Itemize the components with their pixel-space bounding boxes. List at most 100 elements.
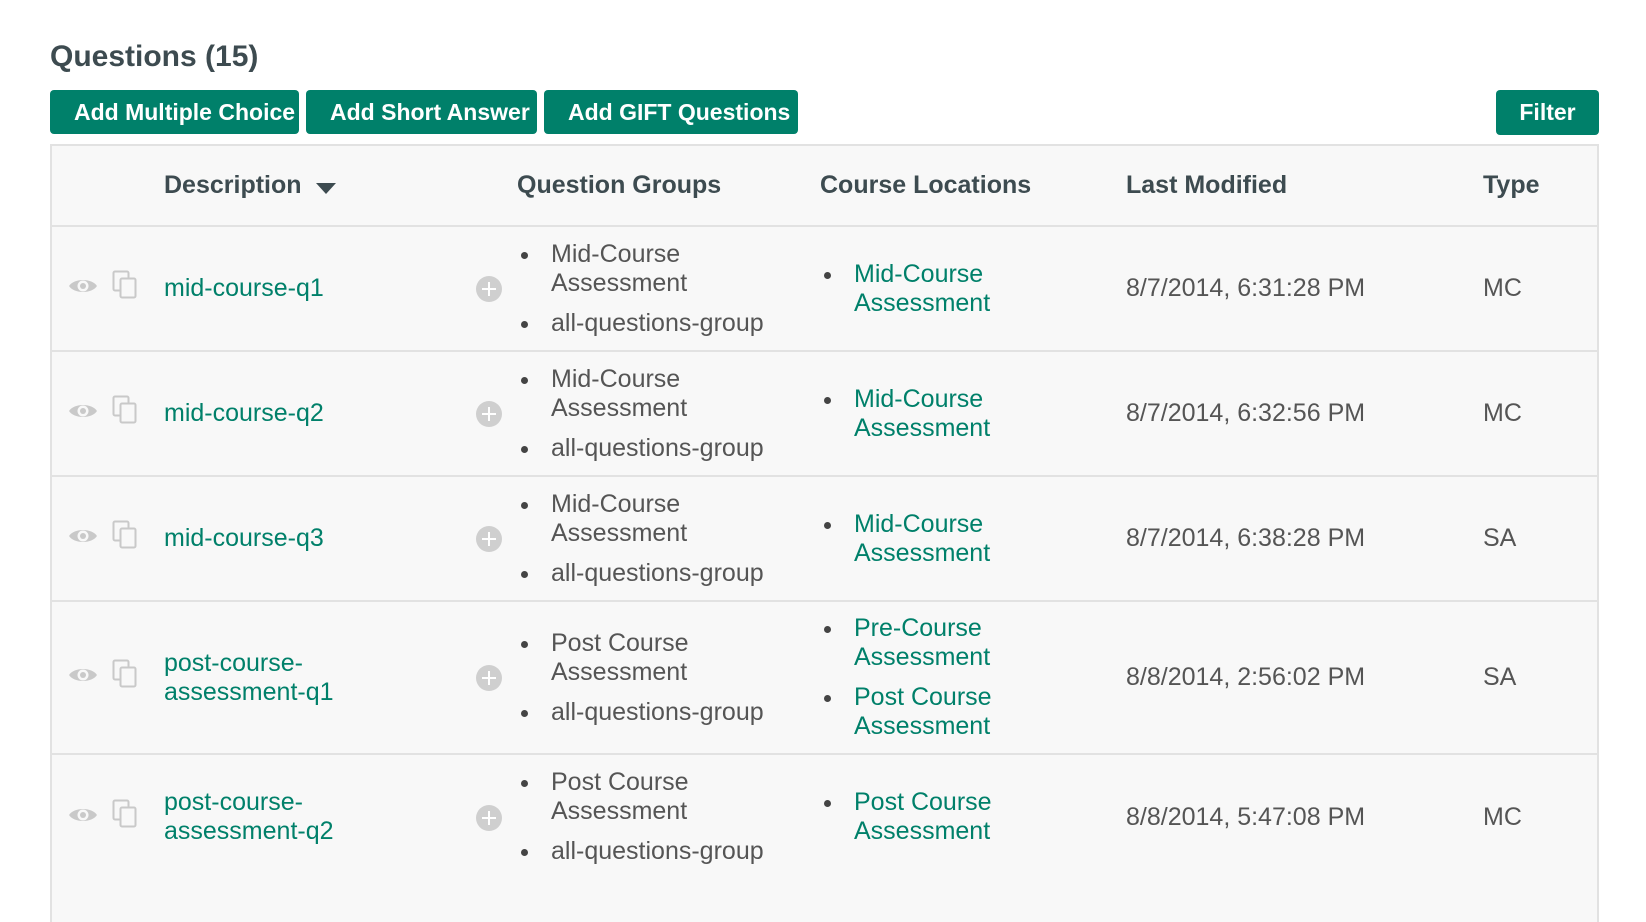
add-circle-icon[interactable] — [476, 401, 502, 428]
row-actions-cell — [52, 226, 164, 351]
question-group-label: all-questions-group — [551, 433, 764, 462]
eye-icon[interactable] — [68, 663, 98, 692]
question-group-item: Mid-Course Assessment — [521, 490, 820, 548]
add-to-group-cell — [467, 226, 517, 351]
header-question-groups: Question Groups — [517, 171, 722, 199]
add-gift-questions-button[interactable]: Add GIFT Questions — [544, 90, 798, 134]
question-groups-cell: Mid-Course Assessment all-questions-group — [517, 476, 820, 601]
course-locations-list: Mid-Course Assessment — [820, 260, 1126, 318]
table-body: mid-course-q1 Mid-Course Assessment all-qu… — [52, 226, 1597, 879]
question-group-label: Mid-Course Assessment — [551, 364, 688, 422]
add-circle-icon[interactable] — [476, 276, 502, 303]
course-location-link[interactable]: Pre-Course Assessment — [854, 614, 1014, 672]
question-groups-cell: Post Course Assessment all-questions-grou… — [517, 601, 820, 754]
type-cell: SA — [1483, 476, 1597, 601]
course-location-item: Mid-Course Assessment — [824, 510, 1126, 568]
course-locations-list: Mid-Course Assessment — [820, 385, 1126, 443]
question-group-item: all-questions-group — [521, 308, 820, 338]
add-to-group-cell — [467, 601, 517, 754]
question-groups-list: Mid-Course Assessment all-questions-group — [517, 365, 820, 463]
eye-icon[interactable] — [68, 399, 98, 428]
description-cell: mid-course-q2 — [164, 351, 467, 476]
header-course-locations: Course Locations — [820, 171, 1032, 199]
course-location-link[interactable]: Mid-Course Assessment — [854, 385, 1014, 443]
questions-table-container: Description Question Groups Course Locat… — [50, 144, 1599, 922]
type-cell: MC — [1483, 226, 1597, 351]
add-to-group-cell — [467, 351, 517, 476]
add-circle-icon[interactable] — [476, 665, 502, 692]
copy-icon[interactable] — [112, 520, 138, 557]
copy-icon[interactable] — [112, 659, 138, 696]
last-modified-cell: 8/7/2014, 6:38:28 PM — [1126, 476, 1483, 601]
question-group-label: all-questions-group — [551, 558, 764, 587]
last-modified-cell: 8/8/2014, 2:56:02 PM — [1126, 601, 1483, 754]
eye-icon[interactable] — [68, 524, 98, 553]
course-location-item: Post Course Assessment — [824, 683, 1126, 741]
table-row: mid-course-q1 Mid-Course Assessment all-qu… — [52, 226, 1597, 351]
question-type-value: MC — [1483, 274, 1522, 302]
course-location-item: Pre-Course Assessment — [824, 614, 1126, 672]
question-description-link[interactable]: post-course-assessment-q2 — [164, 788, 344, 846]
eye-icon[interactable] — [68, 803, 98, 832]
description-cell: mid-course-q3 — [164, 476, 467, 601]
add-short-answer-button[interactable]: Add Short Answer — [306, 90, 537, 134]
last-modified-value: 8/7/2014, 6:32:56 PM — [1126, 399, 1366, 427]
description-cell: post-course-assessment-q1 — [164, 601, 467, 754]
question-groups-cell: Mid-Course Assessment all-questions-group — [517, 351, 820, 476]
question-type-value: MC — [1483, 399, 1522, 427]
question-groups-list: Mid-Course Assessment all-questions-group — [517, 490, 820, 588]
course-locations-cell: Mid-Course Assessment — [820, 226, 1126, 351]
question-group-item: all-questions-group — [521, 558, 820, 588]
question-group-item: Mid-Course Assessment — [521, 240, 820, 298]
header-type: Type — [1483, 171, 1540, 199]
course-location-link[interactable]: Post Course Assessment — [854, 683, 1014, 741]
question-groups-list: Post Course Assessment all-questions-grou… — [517, 629, 820, 727]
header-last-modified: Last Modified — [1126, 171, 1288, 199]
table-row: post-course-assessment-q1 Post Course Ass… — [52, 601, 1597, 754]
copy-icon[interactable] — [112, 270, 138, 307]
question-groups-cell: Post Course Assessment all-questions-grou… — [517, 754, 820, 879]
course-location-item: Post Course Assessment — [824, 788, 1126, 846]
last-modified-value: 8/7/2014, 6:31:28 PM — [1126, 274, 1366, 302]
add-circle-icon[interactable] — [476, 804, 502, 831]
table-header-row: Description Question Groups Course Locat… — [52, 146, 1597, 226]
question-group-label: all-questions-group — [551, 697, 764, 726]
header-icons-spacer — [52, 146, 164, 226]
course-locations-list: Post Course Assessment — [820, 788, 1126, 846]
description-cell: post-course-assessment-q2 — [164, 754, 467, 879]
question-description-link[interactable]: mid-course-q3 — [164, 524, 324, 553]
question-description-link[interactable]: mid-course-q1 — [164, 274, 324, 303]
add-multiple-choice-button[interactable]: Add Multiple Choice — [50, 90, 299, 134]
course-location-link[interactable]: Mid-Course Assessment — [854, 260, 1014, 318]
course-location-link[interactable]: Post Course Assessment — [854, 788, 1014, 846]
question-group-label: all-questions-group — [551, 308, 764, 337]
last-modified-cell: 8/7/2014, 6:31:28 PM — [1126, 226, 1483, 351]
header-description[interactable]: Description — [164, 146, 467, 226]
questions-table: Description Question Groups Course Locat… — [52, 146, 1597, 879]
copy-icon[interactable] — [112, 799, 138, 836]
question-description-link[interactable]: mid-course-q2 — [164, 399, 324, 428]
copy-icon[interactable] — [112, 395, 138, 432]
course-location-link[interactable]: Mid-Course Assessment — [854, 510, 1014, 568]
course-locations-cell: Pre-Course Assessment Post Course Assessm… — [820, 601, 1126, 754]
type-cell: MC — [1483, 351, 1597, 476]
question-group-item: Post Course Assessment — [521, 629, 820, 687]
table-row: mid-course-q3 Mid-Course Assessment all-qu… — [52, 476, 1597, 601]
question-description-link[interactable]: post-course-assessment-q1 — [164, 649, 344, 707]
course-locations-list: Mid-Course Assessment — [820, 510, 1126, 568]
filter-button[interactable]: Filter — [1496, 90, 1599, 135]
row-actions-cell — [52, 351, 164, 476]
caret-down-icon — [315, 182, 336, 194]
eye-icon[interactable] — [68, 274, 98, 303]
add-circle-icon[interactable] — [476, 526, 502, 553]
question-type-value: MC — [1483, 802, 1522, 831]
course-locations-cell: Mid-Course Assessment — [820, 476, 1126, 601]
question-group-item: all-questions-group — [521, 837, 820, 866]
page-title: Questions (15) — [50, 40, 259, 73]
question-group-item: all-questions-group — [521, 433, 820, 463]
question-group-label: all-questions-group — [551, 837, 764, 865]
row-actions-cell — [52, 601, 164, 754]
type-cell: SA — [1483, 601, 1597, 754]
row-actions-cell — [52, 754, 164, 879]
header-add-spacer — [467, 146, 517, 226]
